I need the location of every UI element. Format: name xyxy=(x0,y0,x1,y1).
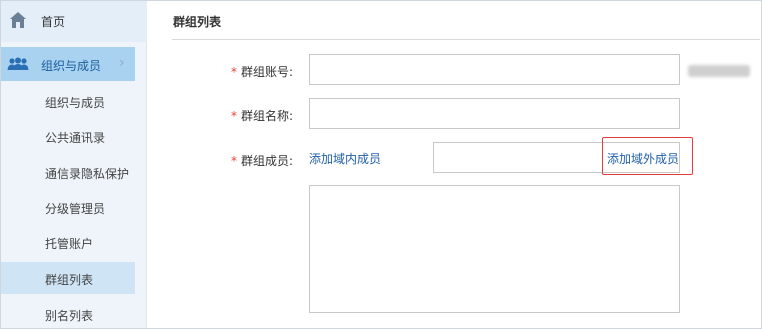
sidebar-item-label: 组织与成员 xyxy=(45,96,106,110)
sidebar-item-public-contacts[interactable]: 公共通讯录 xyxy=(1,120,135,152)
name-label: 群组名称: xyxy=(241,109,294,123)
sidebar-item-hosted-accounts[interactable]: 托管账户 xyxy=(1,226,135,258)
group-account-input[interactable] xyxy=(309,54,680,85)
sidebar-group-org-members[interactable]: 组织与成员 › xyxy=(1,47,135,81)
required-mark: * xyxy=(231,65,237,79)
sidebar-group-label: 组织与成员 xyxy=(41,59,102,73)
required-mark: * xyxy=(231,109,237,123)
sidebar-item-label: 别名列表 xyxy=(45,309,94,323)
main-content: 群组列表 * 群组账号: * 群组名称: * 群组成员: 添加域内成员 添加域外成员 xyxy=(148,1,761,328)
sidebar-item-label: 分级管理员 xyxy=(45,202,106,216)
sidebar-item-label: 群组列表 xyxy=(45,273,94,287)
sidebar: 首页 组织与成员 › 组织与成员 公共通讯录 通信录隐私保护 分级管理员 托管账… xyxy=(1,1,147,328)
sidebar-item-admins[interactable]: 分级管理员 xyxy=(1,191,135,223)
sidebar-item-label: 通信录隐私保护 xyxy=(45,167,130,181)
members-label-wrap: * 群组成员: xyxy=(231,152,293,169)
domain-suffix-text xyxy=(688,65,750,77)
add-internal-member-link[interactable]: 添加域内成员 xyxy=(309,150,381,167)
page-title: 群组列表 xyxy=(173,15,222,29)
account-label: 群组账号: xyxy=(241,65,294,79)
chevron-right-icon: › xyxy=(119,55,125,71)
account-label-wrap: * 群组账号: xyxy=(231,63,293,80)
sidebar-item-label: 托管账户 xyxy=(45,237,94,251)
sidebar-item-alias-list[interactable]: 别名列表 xyxy=(1,298,135,329)
sidebar-item-privacy[interactable]: 通信录隐私保护 xyxy=(1,156,135,188)
required-mark: * xyxy=(231,154,237,168)
home-label: 首页 xyxy=(41,15,66,29)
sidebar-home[interactable]: 首页 xyxy=(1,1,147,42)
people-icon xyxy=(7,57,29,70)
members-label: 群组成员: xyxy=(241,154,294,168)
sidebar-item-group-list[interactable]: 群组列表 xyxy=(1,262,135,294)
home-icon xyxy=(10,12,26,28)
add-external-member-link[interactable]: 添加域外成员 xyxy=(607,150,679,167)
name-label-wrap: * 群组名称: xyxy=(231,107,293,124)
sidebar-item-label: 公共通讯录 xyxy=(45,131,106,145)
sidebar-item-org-members[interactable]: 组织与成员 xyxy=(1,85,135,117)
member-list-box[interactable] xyxy=(309,185,680,313)
group-name-input[interactable] xyxy=(309,98,680,129)
title-divider xyxy=(172,39,760,40)
